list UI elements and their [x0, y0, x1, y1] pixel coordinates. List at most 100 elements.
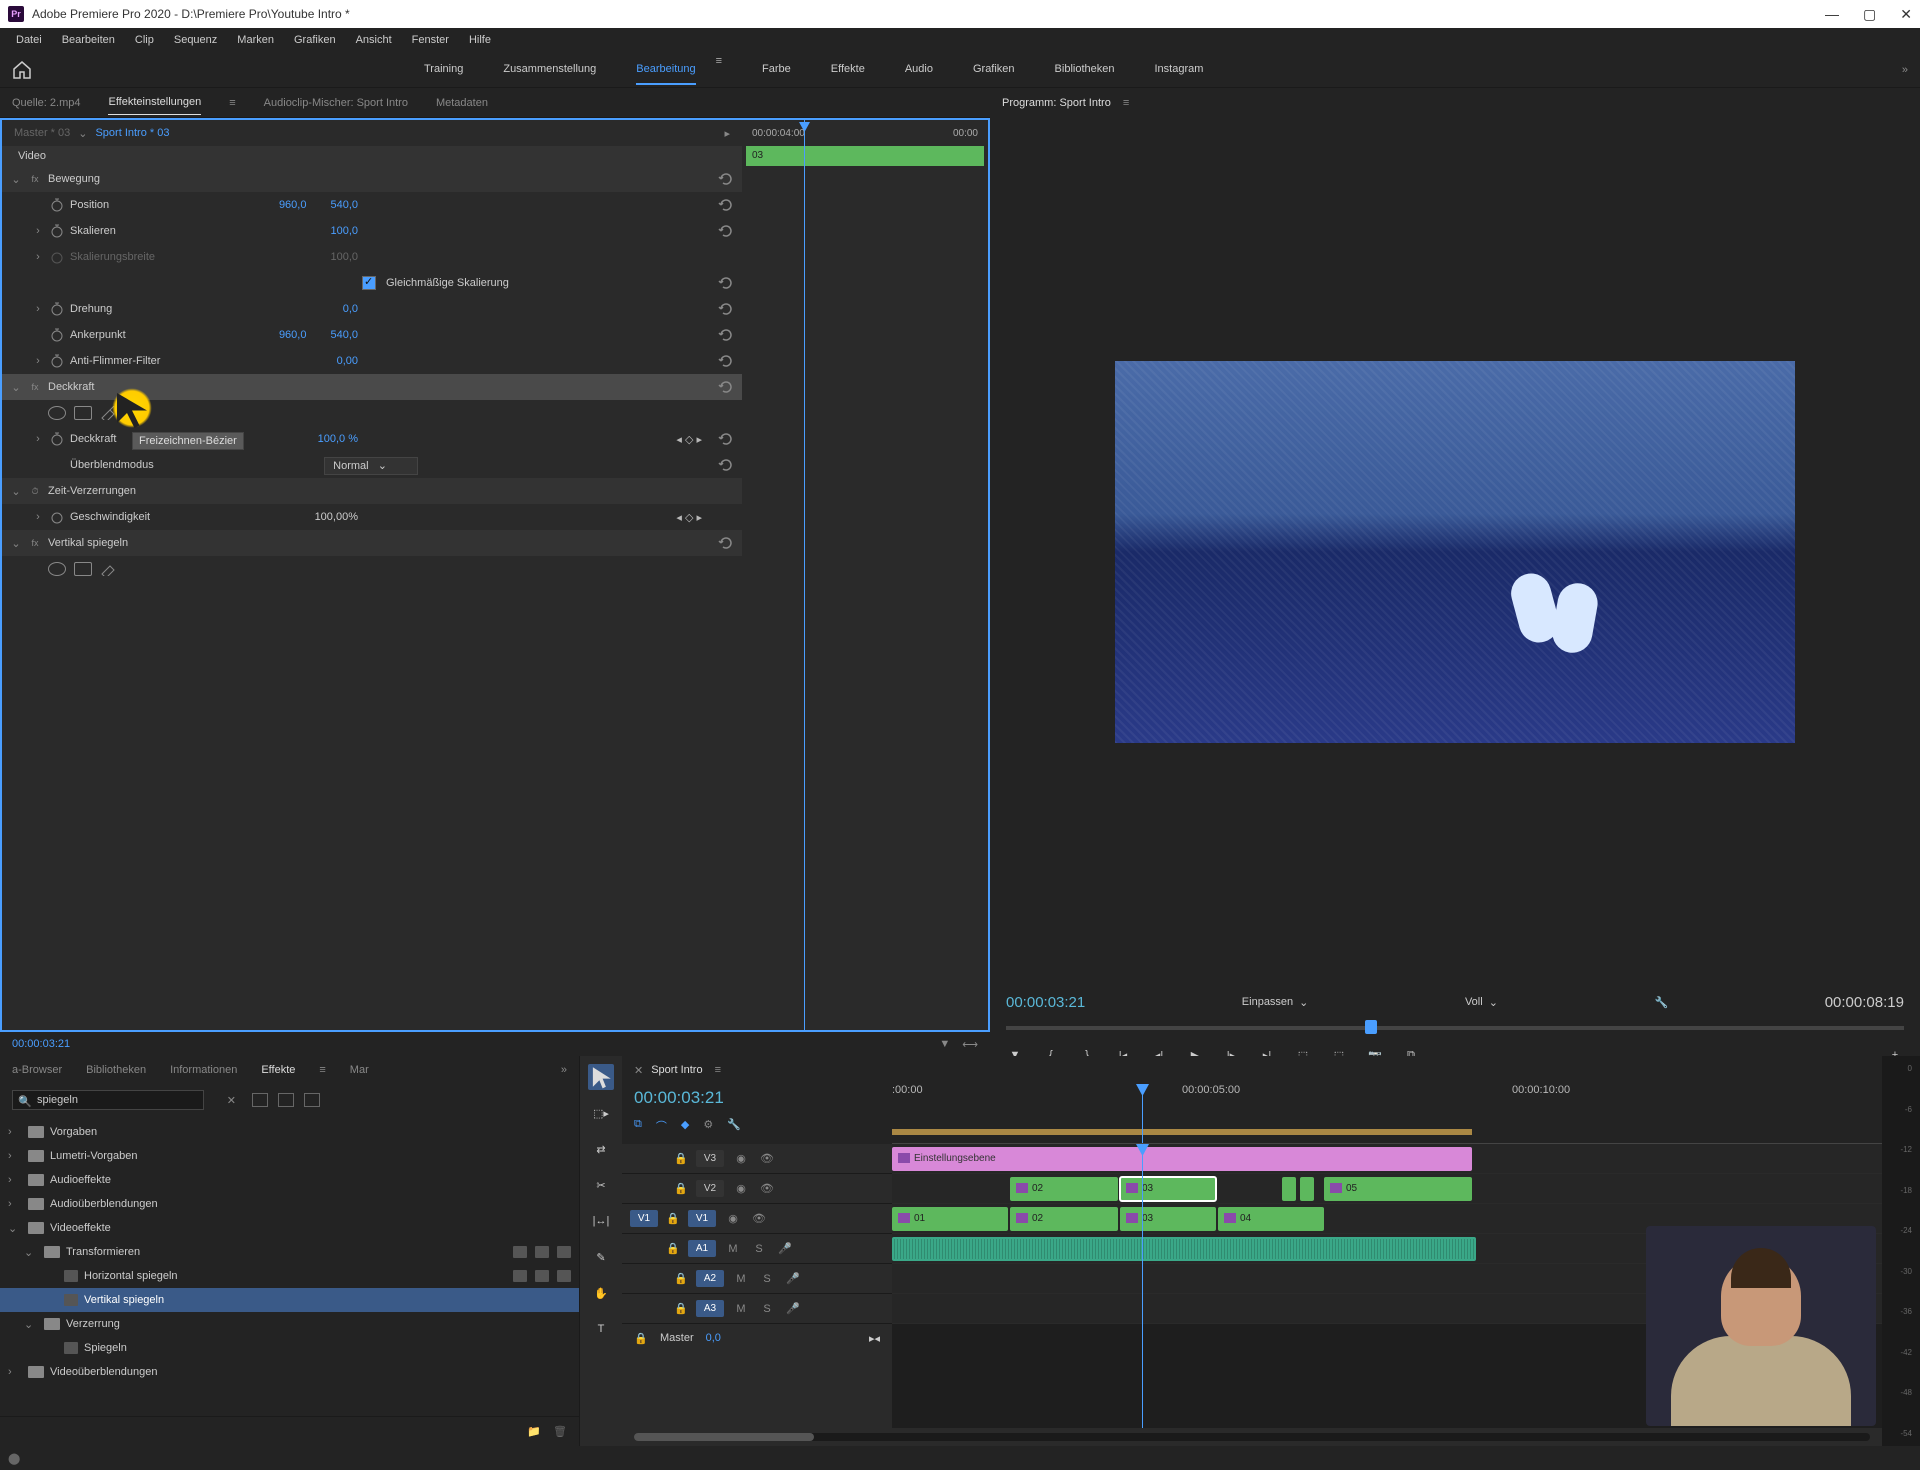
stopwatch-icon[interactable]	[48, 198, 66, 212]
razor-tool-icon[interactable]: ✂	[588, 1172, 614, 1198]
voiceover-icon[interactable]: 🎤	[784, 1271, 802, 1287]
toggle-sync-icon[interactable]: 👁	[750, 1211, 768, 1227]
solo-button[interactable]: S	[758, 1271, 776, 1287]
ec-bewegung-group[interactable]: ⌄ fx Bewegung	[2, 166, 742, 192]
hand-tool-icon[interactable]: ✋	[588, 1280, 614, 1306]
reset-icon[interactable]	[718, 327, 734, 343]
ec-footer-timecode[interactable]: 00:00:03:21	[12, 1038, 70, 1050]
close-button[interactable]: ✕	[1900, 6, 1912, 23]
workspace-training[interactable]: Training	[424, 55, 463, 85]
tab-bibliotheken[interactable]: Bibliotheken	[86, 1064, 146, 1076]
keyframe-nav[interactable]: ◂ ◇ ▸	[676, 511, 702, 524]
workspace-effekte[interactable]: Effekte	[831, 55, 865, 85]
trash-icon[interactable]: 🗑	[553, 1425, 567, 1438]
tree-verzerrung[interactable]: ⌄Verzerrung	[0, 1312, 579, 1336]
stopwatch-icon[interactable]	[48, 432, 66, 446]
workspace-overflow-icon[interactable]: »	[1902, 64, 1908, 76]
menu-hilfe[interactable]: Hilfe	[461, 32, 499, 48]
fx-badge-icon[interactable]: fx	[26, 174, 44, 184]
preset-icon-2[interactable]	[278, 1093, 294, 1107]
reset-icon[interactable]	[718, 301, 734, 317]
clip-v1-04[interactable]: 04	[1218, 1207, 1324, 1231]
track-header-v3[interactable]: 🔒 V3 ◉ 👁	[622, 1144, 892, 1174]
tab-metadaten[interactable]: Metadaten	[436, 91, 488, 115]
tree-videoeffekte[interactable]: ⌄Videoeffekte	[0, 1216, 579, 1240]
pen-mask-icon[interactable]	[100, 562, 118, 576]
expand-icon[interactable]: ⌄	[6, 173, 26, 186]
ellipse-mask-icon[interactable]	[48, 406, 66, 420]
ec-vertikal-group[interactable]: ⌄ fx Vertikal spiegeln	[2, 530, 742, 556]
timeline-scrollbar[interactable]	[622, 1428, 1882, 1446]
program-viewer[interactable]	[990, 118, 1920, 986]
tab-effekte[interactable]: Effekte	[261, 1064, 295, 1076]
menu-ansicht[interactable]: Ansicht	[348, 32, 400, 48]
mute-button[interactable]: M	[724, 1241, 742, 1257]
lock-icon[interactable]: 🔒	[674, 1182, 688, 1195]
clip-adjustment[interactable]: Einstellungsebene	[892, 1147, 1472, 1171]
preset-icon-3[interactable]	[304, 1093, 320, 1107]
menu-grafiken[interactable]: Grafiken	[286, 32, 344, 48]
mute-button[interactable]: M	[732, 1301, 750, 1317]
tree-vorgaben[interactable]: ›Vorgaben	[0, 1120, 579, 1144]
tab-browser[interactable]: a-Browser	[12, 1064, 62, 1076]
track-header-a3[interactable]: 🔒 A3 M S 🎤	[622, 1294, 892, 1324]
selection-tool-icon[interactable]	[588, 1064, 614, 1090]
settings-icon[interactable]: ⚙	[703, 1118, 713, 1134]
ec-position-x[interactable]: 960,0540,0	[279, 199, 358, 211]
pen-tool-icon[interactable]: ✎	[588, 1244, 614, 1270]
home-icon[interactable]	[12, 61, 32, 79]
stopwatch-icon[interactable]	[48, 224, 66, 238]
lock-icon[interactable]: 🔒	[674, 1152, 688, 1165]
track-label-a1[interactable]: A1	[688, 1240, 716, 1257]
lock-icon[interactable]: 🔒	[674, 1302, 688, 1315]
panel-menu-icon[interactable]: ≡	[715, 1064, 721, 1076]
program-quality-dropdown[interactable]: Voll ⌄	[1465, 996, 1498, 1009]
scrubber-playhead[interactable]	[1365, 1020, 1377, 1034]
workspace-menu-icon[interactable]: ≡	[716, 55, 722, 85]
solo-button[interactable]: S	[758, 1301, 776, 1317]
clip-v2-05[interactable]: 05	[1324, 1177, 1472, 1201]
tab-audioclip-mischer[interactable]: Audioclip-Mischer: Sport Intro	[264, 91, 408, 115]
master-value[interactable]: 0,0	[706, 1332, 721, 1344]
workspace-farbe[interactable]: Farbe	[762, 55, 791, 85]
stopwatch-icon[interactable]	[48, 510, 66, 524]
track-select-tool-icon[interactable]: ⬚▸	[588, 1100, 614, 1126]
tab-menu-icon[interactable]: ≡	[229, 97, 235, 109]
lock-icon[interactable]: 🔒	[674, 1272, 688, 1285]
tab-menu-icon[interactable]: ≡	[319, 1064, 325, 1076]
linked-selection-icon[interactable]: ⌒	[656, 1118, 667, 1134]
panel-menu-icon[interactable]: ≡	[1123, 97, 1129, 109]
track-label-a3[interactable]: A3	[696, 1300, 724, 1317]
program-tc-left[interactable]: 00:00:03:21	[1006, 994, 1085, 1011]
sequence-title[interactable]: Sport Intro	[651, 1064, 702, 1076]
marker-icon[interactable]: ◆	[681, 1118, 689, 1134]
scroll-thumb[interactable]	[634, 1433, 814, 1441]
stopwatch-icon[interactable]	[48, 302, 66, 316]
rect-mask-icon[interactable]	[74, 406, 92, 420]
menu-fenster[interactable]: Fenster	[404, 32, 457, 48]
toggle-output-icon[interactable]: ◉	[732, 1151, 750, 1167]
lane-v3[interactable]: Einstellungsebene	[892, 1144, 1882, 1174]
menu-clip[interactable]: Clip	[127, 32, 162, 48]
clear-search-icon[interactable]: ✕	[227, 1094, 236, 1107]
toggle-sync-icon[interactable]: 👁	[758, 1181, 776, 1197]
reset-icon[interactable]	[718, 197, 734, 213]
lock-icon[interactable]: 🔒	[666, 1242, 680, 1255]
reset-icon[interactable]	[718, 353, 734, 369]
slip-tool-icon[interactable]: |↔|	[588, 1208, 614, 1234]
timeline-timecode[interactable]: 00:00:03:21	[634, 1088, 880, 1108]
ec-drehung-value[interactable]: 0,0	[343, 303, 358, 315]
timeline-playhead-line[interactable]	[1142, 1144, 1143, 1428]
program-scrubber[interactable]	[1006, 1018, 1904, 1038]
ec-skalieren-value[interactable]: 100,0	[330, 225, 358, 237]
expand-icon[interactable]: ›	[28, 355, 48, 367]
voiceover-icon[interactable]: 🎤	[784, 1301, 802, 1317]
wrench-icon[interactable]: 🔧	[1654, 996, 1668, 1009]
lane-v2[interactable]: 02 03 05	[892, 1174, 1882, 1204]
ellipse-mask-icon[interactable]	[48, 562, 66, 576]
reset-icon[interactable]	[718, 171, 734, 187]
expand-icon[interactable]: ⌄	[6, 381, 26, 394]
ec-clip-selector[interactable]: Master * 03 ⌄ Sport Intro * 03 ▸	[2, 120, 742, 146]
track-header-a1[interactable]: A1 🔒 A1 M S 🎤	[622, 1234, 892, 1264]
expand-icon[interactable]: ⌄	[6, 537, 26, 550]
